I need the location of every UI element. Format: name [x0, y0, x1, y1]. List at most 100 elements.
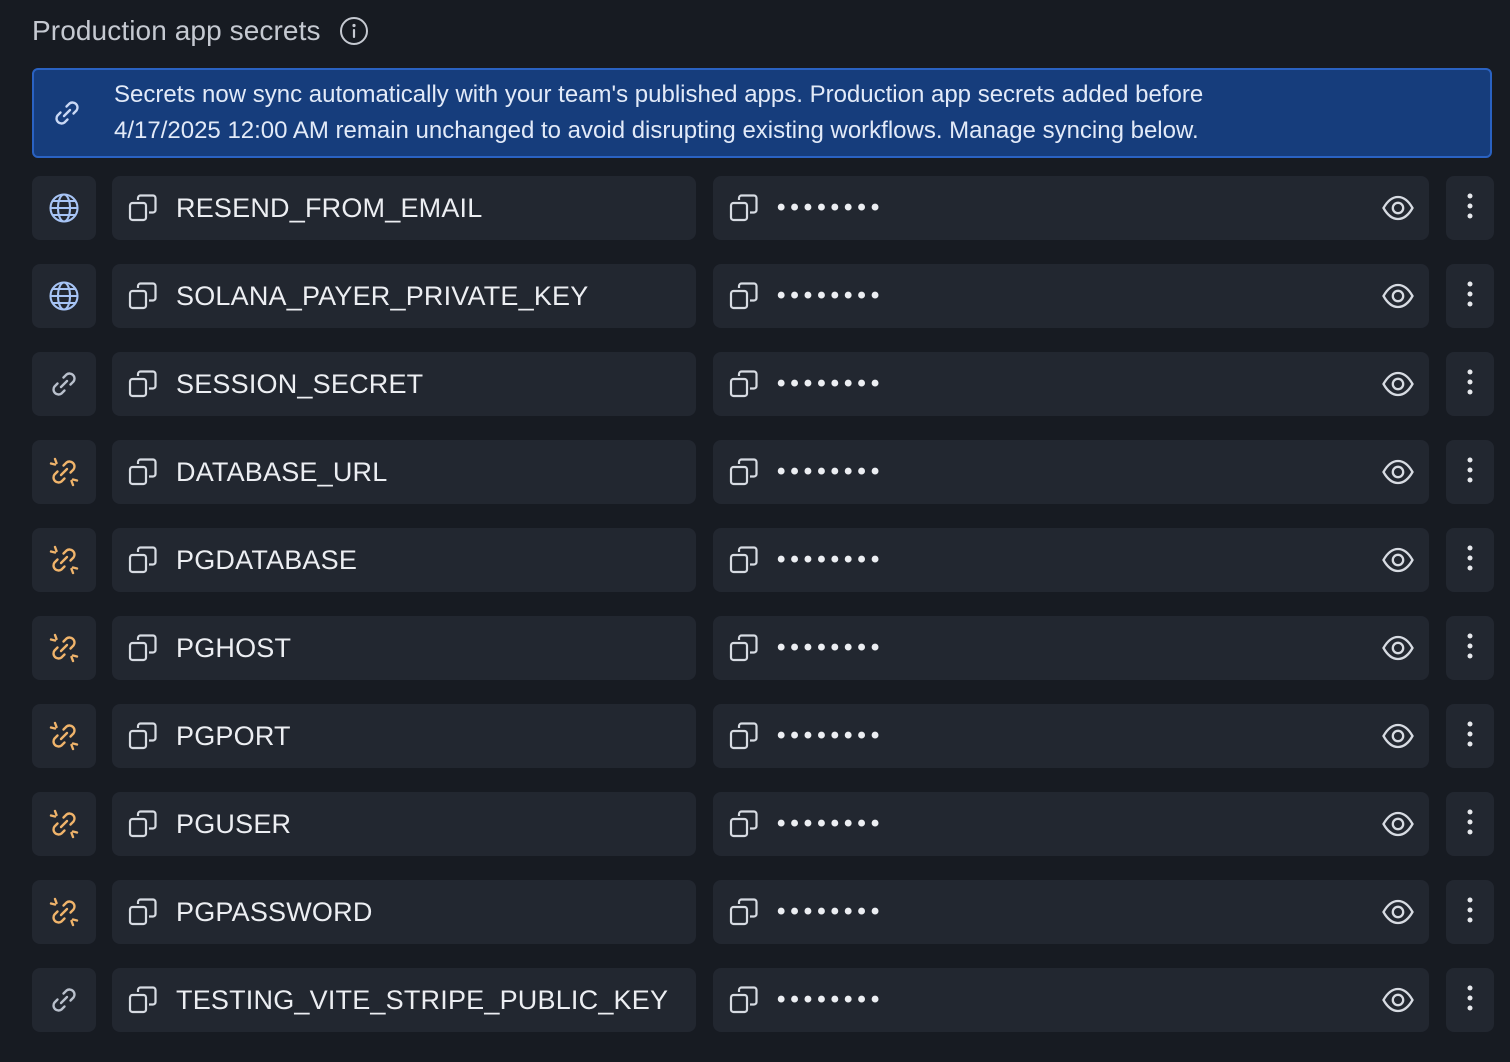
sync-status-button[interactable]	[32, 176, 96, 240]
secret-value-field[interactable]: ••••••••	[713, 440, 1429, 504]
secret-row: SESSION_SECRET ••••••••	[32, 352, 1494, 416]
secret-row: PGHOST ••••••••	[32, 616, 1494, 680]
sync-status-button[interactable]	[32, 704, 96, 768]
secret-key-text: TESTING_VITE_STRIPE_PUBLIC_KEY	[176, 984, 669, 1015]
eye-icon[interactable]	[1381, 191, 1415, 225]
sync-notice-banner: Secrets now sync automatically with your…	[32, 68, 1492, 158]
sync-status-button[interactable]	[32, 792, 96, 856]
eye-icon[interactable]	[1381, 807, 1415, 841]
copy-value-icon[interactable]	[727, 983, 761, 1017]
secrets-page: Production app secrets Secrets now sync …	[0, 0, 1510, 1062]
secret-value-field[interactable]: ••••••••	[713, 968, 1429, 1032]
secret-key-text: SESSION_SECRET	[176, 368, 424, 399]
row-menu-button[interactable]	[1446, 264, 1494, 328]
eye-icon[interactable]	[1381, 719, 1415, 753]
secret-masked-value: ••••••••	[777, 810, 885, 837]
secret-value-field[interactable]: ••••••••	[713, 264, 1429, 328]
link-icon	[50, 96, 84, 130]
secret-key-text: PGUSER	[176, 808, 292, 839]
copy-value-icon[interactable]	[727, 367, 761, 401]
unlink-icon	[47, 631, 81, 665]
more-vertical-icon	[1465, 807, 1475, 842]
more-vertical-icon	[1465, 895, 1475, 930]
secret-key-field[interactable]: PGHOST	[112, 616, 696, 680]
copy-key-icon[interactable]	[126, 983, 160, 1017]
eye-icon[interactable]	[1381, 279, 1415, 313]
secret-value-field[interactable]: ••••••••	[713, 880, 1429, 944]
secret-key-field[interactable]: TESTING_VITE_STRIPE_PUBLIC_KEY	[112, 968, 696, 1032]
copy-key-icon[interactable]	[126, 191, 160, 225]
copy-key-icon[interactable]	[126, 455, 160, 489]
secret-key-text: PGHOST	[176, 632, 292, 663]
secret-row: SOLANA_PAYER_PRIVATE_KEY ••••••••	[32, 264, 1494, 328]
copy-value-icon[interactable]	[727, 719, 761, 753]
more-vertical-icon	[1465, 719, 1475, 754]
secret-key-text: PGPORT	[176, 720, 291, 751]
row-menu-button[interactable]	[1446, 968, 1494, 1032]
secret-row: DATABASE_URL ••••••••	[32, 440, 1494, 504]
secret-key-field[interactable]: PGPASSWORD	[112, 880, 696, 944]
more-vertical-icon	[1465, 631, 1475, 666]
link-icon	[47, 367, 81, 401]
sync-status-button[interactable]	[32, 352, 96, 416]
secret-key-field[interactable]: RESEND_FROM_EMAIL	[112, 176, 696, 240]
eye-icon[interactable]	[1381, 631, 1415, 665]
secret-key-field[interactable]: SESSION_SECRET	[112, 352, 696, 416]
sync-status-button[interactable]	[32, 616, 96, 680]
secret-value-field[interactable]: ••••••••	[713, 616, 1429, 680]
copy-value-icon[interactable]	[727, 807, 761, 841]
row-menu-button[interactable]	[1446, 528, 1494, 592]
secret-key-field[interactable]: PGPORT	[112, 704, 696, 768]
row-menu-button[interactable]	[1446, 880, 1494, 944]
copy-key-icon[interactable]	[126, 895, 160, 929]
copy-key-icon[interactable]	[126, 719, 160, 753]
secret-value-field[interactable]: ••••••••	[713, 352, 1429, 416]
secret-row: PGDATABASE ••••••••	[32, 528, 1494, 592]
row-menu-button[interactable]	[1446, 352, 1494, 416]
row-menu-button[interactable]	[1446, 704, 1494, 768]
copy-value-icon[interactable]	[727, 191, 761, 225]
eye-icon[interactable]	[1381, 455, 1415, 489]
row-menu-button[interactable]	[1446, 440, 1494, 504]
banner-message: Secrets now sync automatically with your…	[114, 81, 1204, 144]
secret-key-field[interactable]: DATABASE_URL	[112, 440, 696, 504]
secret-masked-value: ••••••••	[777, 194, 885, 221]
secret-key-field[interactable]: PGUSER	[112, 792, 696, 856]
copy-value-icon[interactable]	[727, 631, 761, 665]
unlink-icon	[47, 807, 81, 841]
copy-key-icon[interactable]	[126, 367, 160, 401]
sync-status-button[interactable]	[32, 264, 96, 328]
eye-icon[interactable]	[1381, 895, 1415, 929]
secret-value-field[interactable]: ••••••••	[713, 704, 1429, 768]
copy-value-icon[interactable]	[727, 279, 761, 313]
eye-icon[interactable]	[1381, 983, 1415, 1017]
secret-value-field[interactable]: ••••••••	[713, 176, 1429, 240]
copy-value-icon[interactable]	[727, 895, 761, 929]
sync-status-button[interactable]	[32, 968, 96, 1032]
secret-key-text: SOLANA_PAYER_PRIVATE_KEY	[176, 280, 589, 311]
row-menu-button[interactable]	[1446, 792, 1494, 856]
sync-status-button[interactable]	[32, 440, 96, 504]
secret-key-field[interactable]: PGDATABASE	[112, 528, 696, 592]
copy-value-icon[interactable]	[727, 543, 761, 577]
copy-key-icon[interactable]	[126, 543, 160, 577]
more-vertical-icon	[1465, 191, 1475, 226]
copy-key-icon[interactable]	[126, 807, 160, 841]
secret-key-field[interactable]: SOLANA_PAYER_PRIVATE_KEY	[112, 264, 696, 328]
secret-masked-value: ••••••••	[777, 986, 885, 1013]
copy-key-icon[interactable]	[126, 279, 160, 313]
sync-status-button[interactable]	[32, 528, 96, 592]
info-icon[interactable]	[339, 16, 369, 46]
sync-status-button[interactable]	[32, 880, 96, 944]
unlink-icon	[47, 895, 81, 929]
secret-masked-value: ••••••••	[777, 898, 885, 925]
row-menu-button[interactable]	[1446, 616, 1494, 680]
copy-key-icon[interactable]	[126, 631, 160, 665]
eye-icon[interactable]	[1381, 543, 1415, 577]
row-menu-button[interactable]	[1446, 176, 1494, 240]
copy-value-icon[interactable]	[727, 455, 761, 489]
secret-masked-value: ••••••••	[777, 370, 885, 397]
secret-value-field[interactable]: ••••••••	[713, 792, 1429, 856]
secret-value-field[interactable]: ••••••••	[713, 528, 1429, 592]
eye-icon[interactable]	[1381, 367, 1415, 401]
